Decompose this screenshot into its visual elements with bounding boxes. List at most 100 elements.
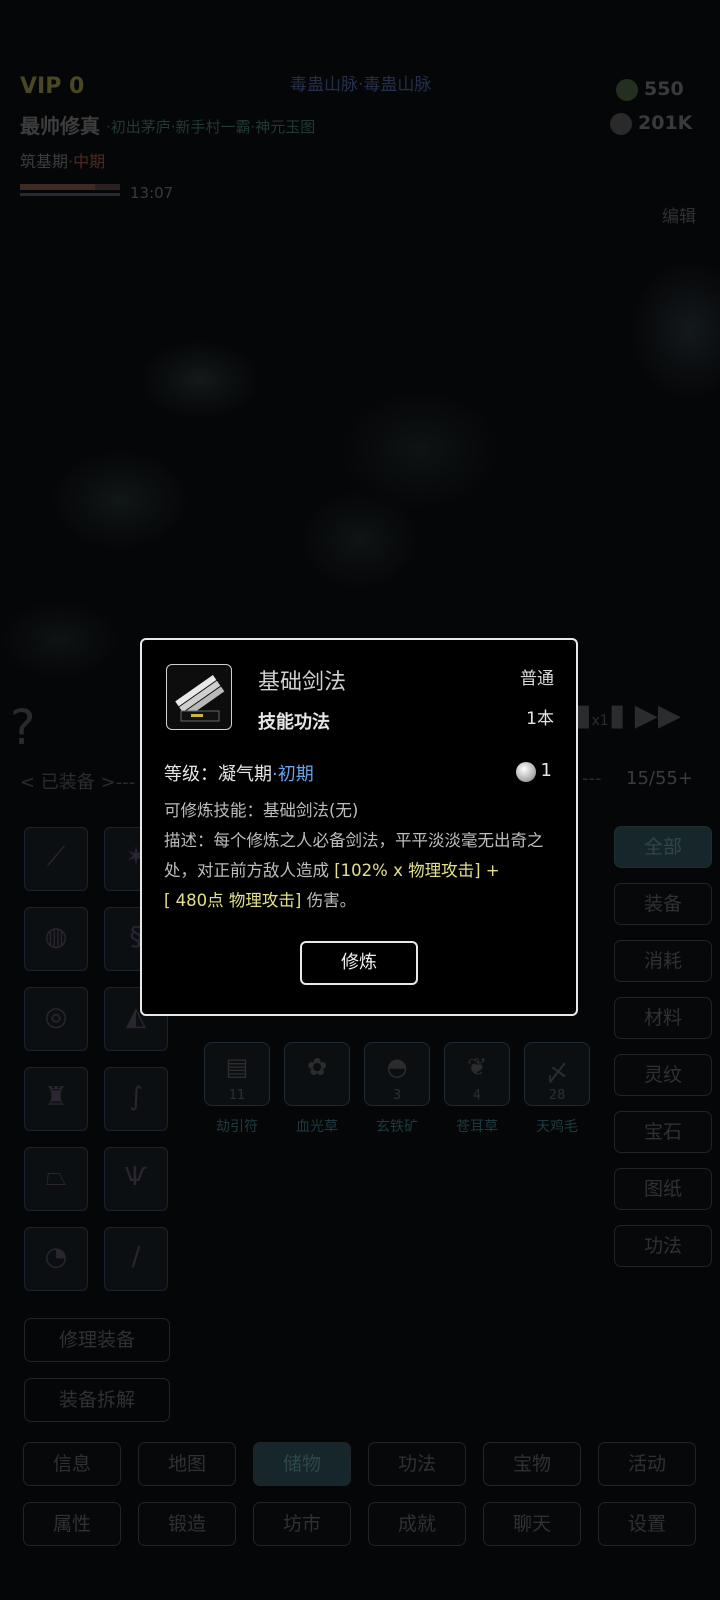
equipped-slot[interactable]: Ѱ: [104, 1147, 168, 1211]
item-description: 可修炼技能：基础剑法(无) 描述：每个修炼之人必备剑法，平平淡淡毫无出奇之处，对…: [164, 796, 560, 916]
equipped-slot[interactable]: ∕: [104, 1227, 168, 1291]
leaf-currency: 550: [616, 78, 684, 101]
item-level: 等级：凝气期·初期: [164, 760, 314, 786]
speed-control[interactable]: ▮x1▮ ▶▶: [575, 698, 681, 733]
stone-amount: 201K: [638, 112, 693, 134]
equipped-slot[interactable]: ⏢: [24, 1147, 88, 1211]
nav-tab[interactable]: 锻造: [138, 1502, 236, 1546]
equipped-slot[interactable]: ◔: [24, 1227, 88, 1291]
nav-tab[interactable]: 聊天: [483, 1502, 581, 1546]
nav-tab[interactable]: 坊市: [253, 1502, 351, 1546]
nav-tab[interactable]: 功法: [368, 1442, 466, 1486]
vip-level[interactable]: VIP 0: [20, 74, 84, 99]
game-time: 13:07: [130, 184, 174, 202]
nav-tab[interactable]: 属性: [23, 1502, 121, 1546]
hp-bar: [20, 184, 120, 190]
bag-count: 15/55+: [626, 768, 693, 789]
location-title: 毒蛊山脉·毒蛊山脉: [290, 75, 432, 95]
equipped-slot[interactable]: ◍: [24, 907, 88, 971]
item-quantity: 1本: [526, 709, 554, 729]
nav-tab[interactable]: 设置: [598, 1502, 696, 1546]
boots-icon: Ѱ: [124, 1162, 148, 1192]
staff-icon: ∕: [131, 1242, 141, 1272]
nav-tab[interactable]: 成就: [368, 1502, 466, 1546]
edit-button[interactable]: 编辑: [662, 202, 696, 227]
item-rarity: 普通: [520, 669, 554, 689]
item-quantity-badge: 11: [228, 1088, 246, 1103]
help-icon[interactable]: ?: [10, 700, 35, 756]
level-stage: ·初期: [272, 764, 314, 785]
player-realm: 筑基期·中期: [20, 148, 105, 172]
feather-icon: 〆: [545, 1059, 569, 1087]
equip-divider: ---: [582, 768, 602, 789]
disassemble-equipment-button[interactable]: 装备拆解: [24, 1378, 170, 1422]
item-detail-dialog: 基础剑法 普通 技能功法 1本 等级：凝气期·初期 1 可修炼技能：基础剑法(无…: [140, 638, 578, 1016]
category-tab[interactable]: 图纸: [614, 1168, 712, 1210]
inventory-item[interactable]: 〆 28: [524, 1042, 590, 1106]
equipped-slot[interactable]: ◎: [24, 987, 88, 1051]
inventory-item-name: 苍耳草: [456, 1119, 498, 1135]
nav-tab[interactable]: 地图: [138, 1442, 236, 1486]
fan-icon: ◔: [44, 1242, 68, 1272]
category-tab[interactable]: 灵纹: [614, 1054, 712, 1096]
equipped-slot[interactable]: ∫: [104, 1067, 168, 1131]
skirt-icon: ⏢: [45, 1162, 67, 1192]
hp-bar-fill: [20, 184, 95, 190]
talisman-icon: ▤: [225, 1053, 249, 1081]
realm-stage: ·中期: [68, 152, 106, 171]
item-type: 技能功法: [258, 712, 330, 733]
leaf-amount: 550: [644, 78, 684, 100]
desc-plus: +: [480, 861, 500, 880]
realm-name: 筑基期: [20, 152, 69, 171]
category-tab[interactable]: 消耗: [614, 940, 712, 982]
desc-highlight-1: [102% x 物理攻击]: [334, 861, 481, 880]
herb-icon: ✿: [306, 1053, 328, 1081]
category-tab[interactable]: 宝石: [614, 1111, 712, 1153]
desc-highlight-2: [ 480点 物理攻击]: [164, 891, 302, 910]
skill-line: 可修炼技能：基础剑法(无): [164, 801, 359, 820]
inventory-item-name: 劫引符: [216, 1119, 258, 1135]
category-tab[interactable]: 装备: [614, 883, 712, 925]
stone-currency: 201K: [610, 112, 692, 135]
category-tab[interactable]: 功法: [614, 1225, 712, 1267]
category-tab[interactable]: 材料: [614, 997, 712, 1039]
player-name: 最帅修真: [20, 114, 100, 138]
category-tab[interactable]: 全部: [614, 826, 712, 868]
spirit-stone-icon: [516, 762, 536, 782]
speed-label: x1: [591, 713, 609, 729]
nav-tab[interactable]: 宝物: [483, 1442, 581, 1486]
repair-equipment-button[interactable]: 修理装备: [24, 1318, 170, 1362]
leaf-icon: [616, 78, 638, 101]
nav-tab[interactable]: 活动: [598, 1442, 696, 1486]
snake-icon: ∫: [129, 1082, 143, 1112]
item-quantity-badge: 28: [548, 1088, 566, 1103]
item-title: 基础剑法: [258, 670, 347, 695]
inventory-item[interactable]: ❦ 4: [444, 1042, 510, 1106]
stone-icon: [610, 112, 632, 135]
player-titles: ·初出茅庐·新手村一霸·神元玉图: [106, 118, 316, 136]
inventory-item-name: 玄铁矿: [376, 1119, 418, 1135]
ore-icon: ◓: [386, 1053, 408, 1081]
hat-icon: ◍: [44, 922, 68, 952]
equipped-header: < 已装备 >---: [20, 772, 136, 793]
description-text: 描述：每个修炼之人必备剑法，平平淡淡毫无出奇之处，对正前方敌人造成 [102% …: [164, 826, 560, 916]
item-quantity-badge: 3: [392, 1088, 402, 1103]
inventory-item[interactable]: ▤ 11: [204, 1042, 270, 1106]
desc-suffix: 伤害。: [301, 891, 357, 910]
spirit-stone-cost: 1: [540, 760, 552, 781]
inventory-item-name: 血光草: [296, 1119, 338, 1135]
grass-icon: ❦: [466, 1053, 488, 1081]
robe-icon: ♜: [44, 1082, 68, 1112]
cultivate-button[interactable]: 修炼: [300, 941, 418, 985]
nav-tab[interactable]: 储物: [253, 1442, 351, 1486]
skill-book-icon: [166, 664, 232, 730]
sword-icon: ⟋: [46, 842, 66, 872]
mp-bar: [20, 193, 120, 196]
nav-tab[interactable]: 信息: [23, 1442, 121, 1486]
level-label: 等级：凝气期: [164, 764, 272, 785]
inventory-item[interactable]: ◓ 3: [364, 1042, 430, 1106]
equipped-slot[interactable]: ⟋: [24, 827, 88, 891]
equipped-slot[interactable]: ♜: [24, 1067, 88, 1131]
item-quantity-badge: 4: [472, 1088, 482, 1103]
inventory-item[interactable]: ✿: [284, 1042, 350, 1106]
